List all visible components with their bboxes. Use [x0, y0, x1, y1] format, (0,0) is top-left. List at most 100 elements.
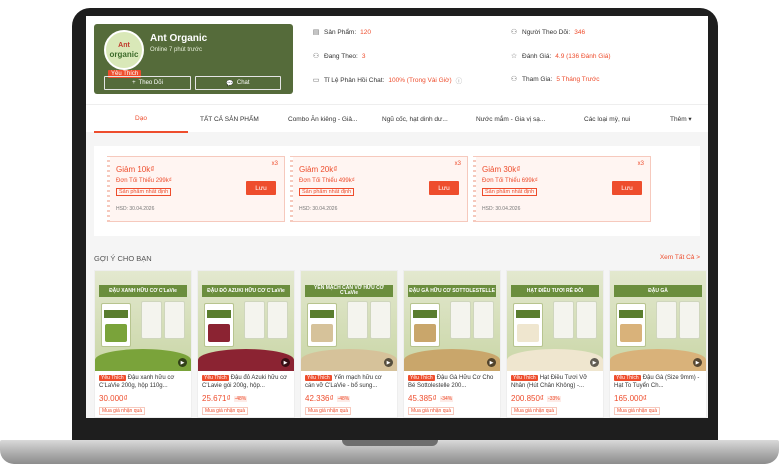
voucher-expiry: HSD: 30.04.2026	[299, 206, 338, 212]
shop-header: Ant organic Yêu Thích Ant Organic Online…	[86, 16, 708, 104]
tab-noodles-pasta[interactable]: Các loại mỳ, nui	[584, 105, 630, 133]
logo-text-bottom: organic	[109, 49, 139, 59]
chat-label: Chat	[236, 80, 250, 86]
buy-gift-tag: Mua giá nhận quà	[305, 407, 352, 415]
user-icon: ⚇	[510, 76, 518, 83]
laptop-notch	[342, 440, 438, 446]
product-price: 45.385₫	[408, 394, 437, 403]
product-image[interactable]: YẾN MẠCH CÁN VỠ HỮU CƠ C'LaVie ▶	[301, 271, 397, 371]
product-jars	[141, 301, 185, 339]
voucher-quantity: x3	[271, 161, 278, 167]
product-name-wrap: Yêu Thích Đậu xanh hữu cơ C'LaVie 200g, h…	[99, 374, 187, 390]
stat-label: Sản Phẩm:	[324, 28, 357, 36]
product-card[interactable]: ĐẬU GÀ ▶ Yêu Thích Đậu Gà (Size 9mm) - Hạt …	[609, 270, 707, 418]
product-banner: ĐẬU ĐỎ AZUKI HỮU CƠ C'LaVie	[202, 285, 290, 297]
play-icon[interactable]: ▶	[178, 358, 187, 367]
product-info: Yêu Thích Đậu đỏ Azuki hữu cơ C'Lavie gói…	[198, 371, 294, 417]
product-bag	[307, 303, 337, 347]
follow-label: Theo Dõi	[138, 80, 163, 86]
voucher-title: Giảm 20k₫	[299, 165, 338, 174]
tab-more[interactable]: Thêm ▾	[670, 105, 692, 133]
product-price: 200.850₫	[511, 394, 545, 403]
product-name-wrap: Yêu Thích Yến mạch hữu cơ cán vỡ C'LaVie …	[305, 374, 393, 390]
user-add-icon: ⚇	[312, 53, 320, 60]
tab-fish-sauce-spices[interactable]: Nước mắm - Gia vị sạ...	[476, 105, 545, 133]
favorite-badge: Yêu Thích	[202, 375, 229, 381]
follow-button[interactable]: + Theo Dõi	[104, 76, 191, 90]
product-info: Yêu Thích Đậu Gà Hữu Cơ Cho Bé Sottoleste…	[404, 371, 500, 417]
voucher-save-button[interactable]: Lưu	[429, 181, 459, 195]
voucher-save-button[interactable]: Lưu	[612, 181, 642, 195]
stat-response-rate: ▭ Tỉ Lệ Phản Hồi Chat: 100% (Trong Vài G…	[312, 75, 463, 86]
voucher-save-button[interactable]: Lưu	[246, 181, 276, 195]
product-image[interactable]: ĐẬU ĐỎ AZUKI HỮU CƠ C'LaVie ▶	[198, 271, 294, 371]
tab-explore[interactable]: Dạo	[94, 105, 188, 133]
product-image[interactable]: ĐẬU GÀ HỮU CƠ SOTTOLESTELLE ▶	[404, 271, 500, 371]
star-icon: ☆	[510, 53, 518, 60]
shop-card: Ant organic Yêu Thích Ant Organic Online…	[94, 24, 293, 94]
tab-cereals-nuts[interactable]: Ngũ cốc, hạt dinh dư...	[382, 105, 448, 133]
voucher-tag: Sản phẩm nhất định	[482, 188, 538, 196]
logo-text-top: Ant	[118, 41, 130, 49]
product-price-row: 45.385₫ -34%	[408, 394, 496, 403]
voucher-card: Giảm 30k₫ Đơn Tối Thiểu 699k₫ Sản phẩm n…	[473, 156, 651, 222]
buy-gift-tag: Mua giá nhận quà	[99, 407, 146, 415]
play-icon[interactable]: ▶	[693, 358, 702, 367]
product-card[interactable]: ĐẬU ĐỎ AZUKI HỮU CƠ C'LaVie ▶ Yêu Thích Đậu…	[197, 270, 295, 418]
discount-badge: -48%	[233, 395, 248, 402]
product-bag	[616, 303, 646, 347]
favorite-badge: Yêu Thích	[511, 375, 538, 381]
shop-logo[interactable]: Ant organic	[104, 30, 144, 70]
voucher-quantity: x3	[454, 161, 461, 167]
voucher-card: Giảm 20k₫ Đơn Tối Thiểu 499k₫ Sản phẩm n…	[290, 156, 468, 222]
product-pile	[198, 349, 294, 371]
shop-online-status: Online 7 phút trước	[150, 47, 202, 53]
product-price-row: 25.671₫ -48%	[202, 394, 290, 403]
product-image[interactable]: HẠT ĐIỀU TƯƠI RỄ ĐÔI ▶	[507, 271, 603, 371]
stat-following: ⚇ Đang Theo: 3	[312, 52, 366, 61]
product-price: 25.671₫	[202, 394, 231, 403]
tab-all-products[interactable]: TẤT CẢ SẢN PHẨM	[200, 105, 259, 133]
play-icon[interactable]: ▶	[487, 358, 496, 367]
product-pile	[507, 349, 603, 371]
product-card[interactable]: HẠT ĐIỀU TƯƠI RỄ ĐÔI ▶ Yêu Thích Hạt Điều T…	[506, 270, 604, 418]
product-bag-fill	[311, 324, 333, 342]
product-image[interactable]: ĐẬU XANH HỮU CƠ C'LaVie ▶	[95, 271, 191, 371]
chat-bubble-icon: ▭	[312, 77, 320, 84]
product-pile	[610, 349, 706, 371]
voucher-expiry: HSD: 30.04.2026	[116, 206, 155, 212]
product-pile	[95, 349, 191, 371]
product-image[interactable]: ĐẬU GÀ ▶	[610, 271, 706, 371]
product-card[interactable]: ĐẬU GÀ HỮU CƠ SOTTOLESTELLE ▶ Yêu Thích Đậu…	[403, 270, 501, 418]
voucher-min-order: Đơn Tối Thiểu 499k₫	[299, 178, 355, 184]
buy-gift-tag: Mua giá nhận quà	[614, 407, 661, 415]
discount-badge: -34%	[439, 395, 454, 402]
tab-diet-combo[interactable]: Combo Ăn kiêng - Giả...	[288, 105, 357, 133]
shop-page: Ant organic Yêu Thích Ant Organic Online…	[86, 16, 708, 418]
product-card[interactable]: YẾN MẠCH CÁN VỠ HỮU CƠ C'LaVie ▶ Yêu Thích…	[300, 270, 398, 418]
product-jars	[244, 301, 288, 339]
stat-value: 346	[574, 28, 586, 36]
info-icon[interactable]: ⓘ	[456, 75, 463, 85]
product-price-row: 200.850₫ -33%	[511, 394, 599, 403]
stat-value: 4.9 (136 Đánh Giá)	[555, 52, 611, 60]
favorite-badge: Yêu Thích	[614, 375, 641, 381]
see-all-link[interactable]: Xem Tất Cả >	[660, 254, 700, 261]
play-icon[interactable]: ▶	[384, 358, 393, 367]
stat-value: 3	[361, 52, 366, 60]
stat-value: 5 Tháng Trước	[556, 75, 600, 83]
voucher-tag: Sản phẩm nhất định	[299, 188, 355, 196]
play-icon[interactable]: ▶	[590, 358, 599, 367]
voucher-quantity: x3	[637, 161, 644, 167]
favorite-badge: Yêu Thích	[305, 375, 332, 381]
stat-value: 120	[360, 28, 372, 36]
play-icon[interactable]: ▶	[281, 358, 290, 367]
chat-button[interactable]: 💬 Chat	[195, 76, 281, 90]
buy-gift-tag: Mua giá nhận quà	[511, 407, 558, 415]
product-banner: ĐẬU XANH HỮU CƠ C'LaVie	[99, 285, 187, 297]
shop-name: Ant Organic	[150, 33, 208, 44]
stat-rating: ☆ Đánh Giá: 4.9 (136 Đánh Giá)	[510, 52, 611, 61]
favorite-badge: Yêu Thích	[99, 375, 126, 381]
product-card[interactable]: ĐẬU XANH HỮU CƠ C'LaVie ▶ Yêu Thích Đậu xan…	[94, 270, 192, 418]
product-bag	[101, 303, 131, 347]
